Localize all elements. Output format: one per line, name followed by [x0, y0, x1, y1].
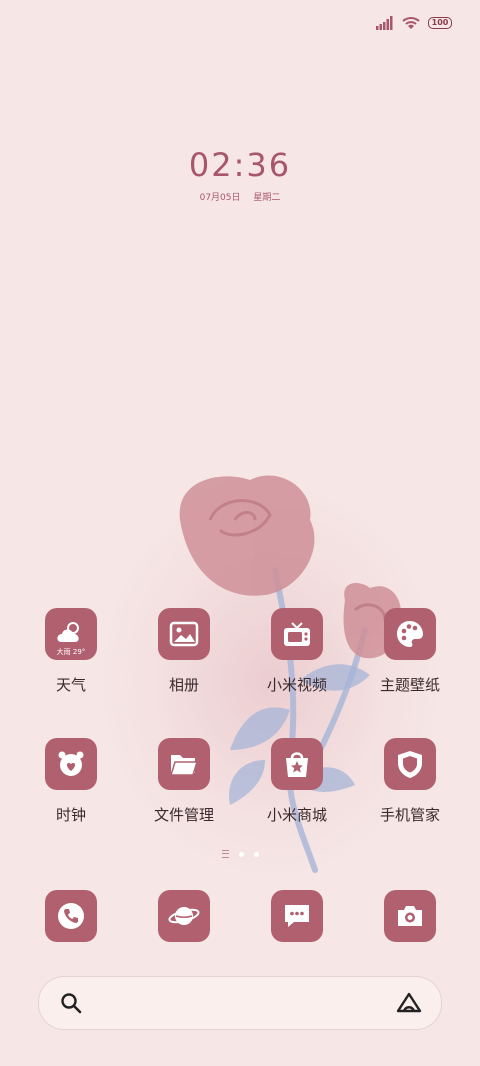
app-mi-store[interactable]: 小米商城	[242, 738, 352, 825]
search-bar[interactable]	[38, 976, 442, 1030]
camera-icon	[398, 906, 422, 926]
app-label: 时钟	[55, 806, 86, 824]
date-label: 07月05日	[199, 193, 241, 203]
status-bar: 100	[376, 12, 452, 34]
dock-camera[interactable]	[384, 890, 436, 942]
page-dot-1[interactable]	[238, 851, 244, 857]
cellular-signal-icon	[376, 16, 393, 30]
battery-indicator: 100	[428, 17, 452, 29]
shopping-bag-icon	[271, 738, 323, 790]
dock-browser[interactable]	[158, 890, 210, 942]
weather-summary: 大雨 29°	[56, 648, 86, 656]
app-label: 手机管家	[379, 806, 440, 824]
wifi-icon	[402, 17, 420, 29]
app-themes[interactable]: 主题壁纸	[355, 608, 465, 695]
gallery-icon	[158, 608, 210, 660]
phone-icon	[58, 903, 84, 929]
alarm-clock-icon	[45, 738, 97, 790]
app-clock[interactable]: 时钟	[16, 738, 126, 825]
page-dot-2[interactable]	[253, 851, 259, 857]
app-label: 相册	[168, 676, 199, 694]
weather-cloud-icon: 大雨 29°	[45, 608, 97, 660]
app-label: 主题壁纸	[379, 676, 440, 694]
shield-icon	[384, 738, 436, 790]
clock-time: 02:36	[188, 146, 292, 184]
app-label: 天气	[55, 676, 86, 694]
dock-phone[interactable]	[45, 890, 97, 942]
app-drawer-indicator[interactable]	[221, 850, 229, 858]
palette-icon	[384, 608, 436, 660]
message-icon	[285, 905, 309, 927]
app-gallery[interactable]: 相册	[129, 608, 239, 695]
weekday-label: 星期二	[253, 193, 281, 203]
clock-date: 07月05日 星期二	[0, 190, 480, 203]
tv-icon	[271, 608, 323, 660]
folder-icon	[158, 738, 210, 790]
app-file-manager[interactable]: 文件管理	[129, 738, 239, 825]
assistant-icon[interactable]	[395, 991, 423, 1015]
app-weather[interactable]: 大雨 29° 天气	[16, 608, 126, 695]
app-security[interactable]: 手机管家	[355, 738, 465, 825]
page-indicator[interactable]	[0, 850, 480, 858]
planet-icon	[168, 907, 200, 925]
app-label: 小米视频	[266, 676, 327, 694]
clock-widget[interactable]: 02:36 07月05日 星期二	[0, 146, 480, 203]
search-icon[interactable]	[59, 991, 83, 1015]
app-mi-video[interactable]: 小米视频	[242, 608, 352, 695]
app-label: 文件管理	[153, 806, 214, 824]
app-label: 小米商城	[266, 806, 327, 824]
dock-messages[interactable]	[271, 890, 323, 942]
